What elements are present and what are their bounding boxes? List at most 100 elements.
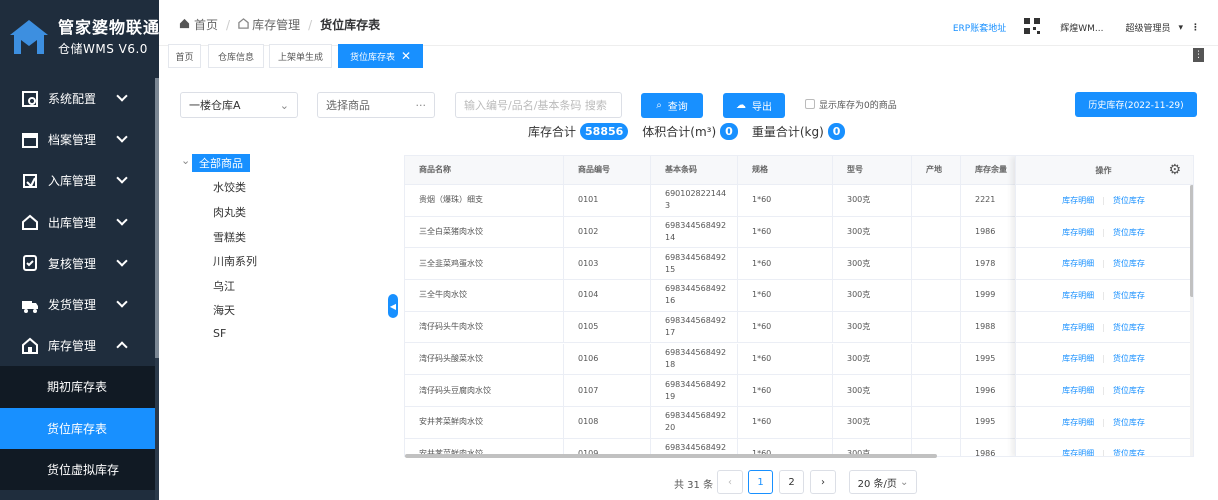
cell-spec: 1*60 — [738, 375, 833, 406]
cell-code: 0104 — [564, 280, 651, 311]
submenu-label: 货位虚拟库存 — [47, 462, 120, 477]
query-button[interactable]: ⌕ 查询 — [641, 93, 703, 118]
show-zero-checkbox[interactable] — [805, 99, 815, 109]
side-menu: 系统配置 档案管理 入库管理 出库管理 复核管理 发货管理 库存管理 期初库存表… — [0, 78, 155, 490]
caret-left-icon: ◀ — [389, 301, 397, 311]
menu-item-shipping[interactable]: 发货管理 — [0, 284, 155, 325]
menu-item-inventory[interactable]: 库存管理 — [0, 325, 155, 366]
tab-home[interactable]: 首页 — [168, 44, 201, 68]
outbound-icon — [20, 212, 40, 232]
tab-location-stock[interactable]: 货位库存表 ✕ — [338, 44, 423, 68]
cell-origin — [912, 216, 961, 248]
warehouse-icon — [238, 17, 249, 32]
breadcrumb-current: 货位库存表 — [320, 18, 381, 32]
page-1-button[interactable]: 1 — [748, 470, 773, 494]
location-stock-link[interactable]: 货位库存 — [1113, 227, 1145, 238]
tree-root[interactable]: 全部商品 — [192, 154, 250, 172]
menu-item-system-config[interactable]: 系统配置 — [0, 78, 155, 119]
cell-name: 湾仔码头牛肉水饺 — [405, 311, 564, 343]
menu-item-archive[interactable]: 档案管理 — [0, 119, 155, 160]
location-stock-link[interactable]: 货位库存 — [1113, 385, 1145, 396]
breadcrumb-home[interactable]: 首页 — [194, 16, 218, 33]
panel-more-icon[interactable]: ⋮ — [1193, 48, 1204, 62]
table-h-scroll-thumb[interactable] — [405, 454, 937, 458]
next-page-button[interactable]: › — [810, 470, 836, 494]
menu-item-review[interactable]: 复核管理 — [0, 243, 155, 284]
ops-cell: 库存明细 | 货位库存 — [1016, 344, 1191, 376]
breadcrumb-parent[interactable]: 库存管理 — [252, 16, 300, 33]
location-stock-link[interactable]: 货位库存 — [1113, 448, 1145, 456]
more-vertical-icon[interactable]: ⋮ — [1191, 23, 1200, 33]
tree-node[interactable]: 雪糕类 — [213, 229, 246, 245]
tree-node[interactable]: 海天 — [213, 302, 235, 318]
menu-item-inbound[interactable]: 入库管理 — [0, 160, 155, 201]
col-header: 商品名称 — [405, 156, 564, 184]
stock-detail-link[interactable]: 库存明细 — [1062, 417, 1094, 428]
export-button[interactable]: ☁ 导出 — [723, 93, 785, 118]
qrcode-icon[interactable] — [1024, 18, 1041, 37]
header-right: ERP账套地址 辉煌WM... 超级管理员 ▾ ⋮ — [953, 18, 1200, 37]
stock-detail-link[interactable]: 库存明细 — [1062, 258, 1094, 269]
settings-icon — [20, 89, 40, 109]
tab-warehouse-info[interactable]: 仓库信息 — [208, 44, 264, 68]
cell-spec: 1*60 — [738, 343, 833, 375]
tree-expand-icon[interactable]: ⌄ — [181, 154, 190, 167]
gear-icon[interactable]: ⚙ — [1168, 162, 1181, 178]
tree-node[interactable]: 乌江 — [213, 278, 235, 294]
stock-detail-link[interactable]: 库存明细 — [1062, 322, 1094, 333]
cell-barcode: 69834456849220 — [651, 406, 738, 438]
location-stock-link[interactable]: 货位库存 — [1113, 258, 1145, 269]
ops-cell: 库存明细 | 货位库存 — [1016, 407, 1191, 439]
close-icon[interactable]: ✕ — [401, 49, 411, 63]
submenu-location-stock[interactable]: 货位库存表 — [0, 407, 155, 449]
sidebar-scroll-thumb[interactable] — [155, 78, 159, 358]
erp-link[interactable]: ERP账套地址 — [953, 21, 1006, 34]
location-stock-link[interactable]: 货位库存 — [1113, 353, 1145, 364]
stock-detail-link[interactable]: 库存明细 — [1062, 195, 1094, 206]
cell-barcode: 69834456849214 — [651, 216, 738, 248]
show-zero-label[interactable]: 显示库存为0的商品 — [819, 98, 897, 111]
submenu-virtual-stock[interactable]: 货位虚拟库存 — [0, 448, 155, 490]
cell-spec: 1*60 — [738, 185, 833, 216]
location-stock-link[interactable]: 货位库存 — [1113, 417, 1145, 428]
cell-spec: 1*60 — [738, 406, 833, 438]
table-v-scroll-thumb[interactable] — [1190, 185, 1193, 297]
tree-node[interactable]: 川南系列 — [213, 253, 257, 269]
link-separator: | — [1102, 259, 1105, 269]
cell-qty: 1986 — [961, 438, 1021, 456]
location-stock-link[interactable]: 货位库存 — [1113, 322, 1145, 333]
menu-item-outbound[interactable]: 出库管理 — [0, 202, 155, 243]
location-stock-link[interactable]: 货位库存 — [1113, 195, 1145, 206]
stock-detail-link[interactable]: 库存明细 — [1062, 385, 1094, 396]
tab-putaway[interactable]: 上架单生成 — [269, 44, 332, 68]
search-input[interactable]: 输入编号/品名/基本条码 搜索 — [455, 92, 622, 118]
history-stock-button[interactable]: 历史库存(2022-11-29) — [1075, 92, 1197, 117]
breadcrumb: 首页 / 库存管理 / 货位库存表 — [179, 16, 380, 33]
page-size-select[interactable]: 20 条/页 ⌄ — [849, 470, 917, 494]
ops-header: 操作 ⚙ — [1016, 156, 1191, 185]
location-stock-link[interactable]: 货位库存 — [1113, 290, 1145, 301]
user-org[interactable]: 辉煌WM... — [1060, 21, 1103, 34]
page-size-label: 20 条/页 — [857, 478, 897, 490]
chevron-down-icon — [116, 172, 128, 185]
prev-page-button[interactable]: ‹ — [717, 470, 743, 494]
tree-node[interactable]: SF — [213, 327, 226, 340]
tree-node[interactable]: 水饺类 — [213, 179, 246, 195]
tree-node[interactable]: 肉丸类 — [213, 204, 246, 220]
caret-down-icon[interactable]: ▾ — [1178, 23, 1183, 33]
stock-detail-link[interactable]: 库存明细 — [1062, 448, 1094, 456]
page-2-button[interactable]: 2 — [779, 470, 804, 494]
stock-detail-link[interactable]: 库存明细 — [1062, 353, 1094, 364]
user-role[interactable]: 超级管理员 — [1125, 21, 1170, 34]
submenu-label: 货位库存表 — [47, 421, 108, 436]
goods-select[interactable]: 选择商品 ··· — [317, 92, 435, 118]
stock-detail-link[interactable]: 库存明细 — [1062, 290, 1094, 301]
table-v-scrollbar[interactable] — [1190, 185, 1193, 456]
warehouse-select[interactable]: 一楼仓库A ⌄ — [180, 92, 298, 118]
submenu-opening-stock[interactable]: 期初库存表 — [0, 366, 155, 408]
sidebar-scrollbar[interactable] — [155, 78, 159, 500]
col-header: 规格 — [738, 156, 833, 184]
collapse-panel-button[interactable]: ◀ — [388, 294, 398, 318]
stock-detail-link[interactable]: 库存明细 — [1062, 227, 1094, 238]
col-header: 库存余量 — [961, 156, 1021, 184]
